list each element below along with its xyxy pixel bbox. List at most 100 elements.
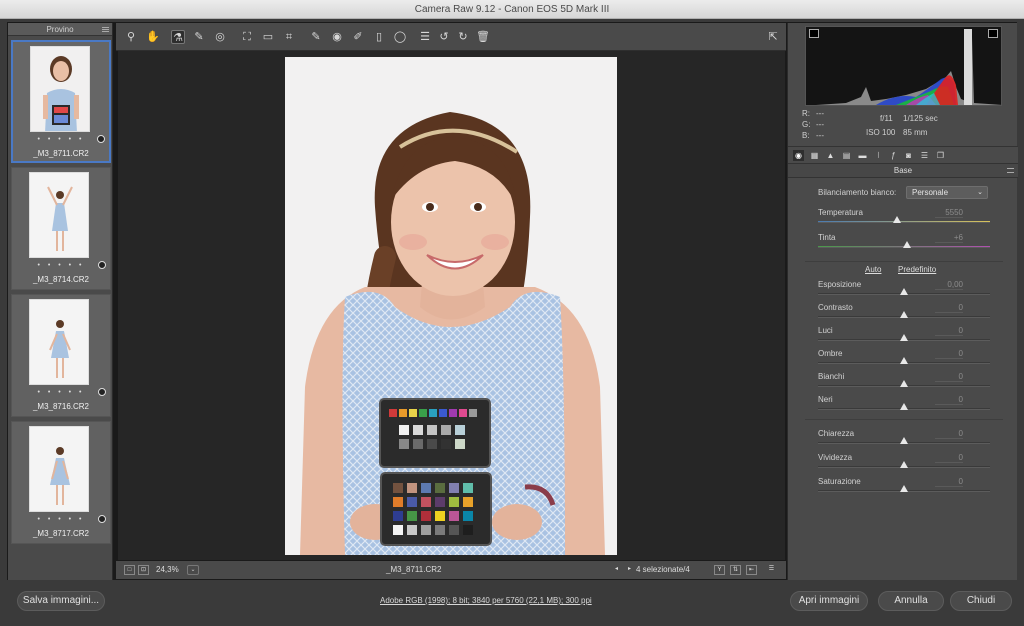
cancel-button[interactable]: Annulla: [878, 591, 944, 611]
adjustments-panel: R: --- G: --- B: --- f/11 1/125 sec ISO …: [787, 23, 1018, 580]
white-balance-select[interactable]: Personale ⌄: [906, 186, 988, 199]
radial-filter-icon[interactable]: ◯: [393, 30, 407, 44]
slider-value-field[interactable]: 0: [935, 429, 963, 439]
slider-handle[interactable]: [903, 241, 912, 248]
slider-value-field[interactable]: 5550: [935, 208, 963, 218]
slider-handle[interactable]: [900, 288, 908, 295]
slider-value-field[interactable]: 0: [935, 477, 963, 487]
slider-value-field[interactable]: 0: [935, 303, 963, 313]
tab-detail-icon[interactable]: ▲: [825, 150, 836, 161]
slider-value-field[interactable]: 0: [935, 372, 963, 382]
tab-calibration-icon[interactable]: ◙: [903, 150, 914, 161]
slider-handle[interactable]: [900, 485, 908, 492]
compare-view-button[interactable]: Y: [714, 565, 725, 575]
slider-contrast[interactable]: Contrasto 0: [818, 303, 993, 327]
filmstrip-panel: Provino • • • • • _M3_8711.CR2 • • • • •…: [8, 23, 113, 580]
zoom-tool-icon[interactable]: ⚲: [124, 30, 138, 44]
slider-handle[interactable]: [893, 216, 902, 223]
divider: [805, 419, 1003, 420]
panel-tabs: ◉ ▦ ▲ ▤ ▬ ⦚ ƒ ◙ ☰ ❐: [788, 146, 1018, 164]
spot-removal-tool-icon[interactable]: ✎: [309, 30, 323, 44]
red-eye-tool-icon[interactable]: ◉: [330, 30, 344, 44]
main-preview-image[interactable]: [285, 57, 617, 555]
tab-split-toning-icon[interactable]: ▬: [857, 150, 868, 161]
slider-tint[interactable]: Tinta +6: [818, 233, 993, 257]
slider-handle[interactable]: [900, 461, 908, 468]
slider-handle[interactable]: [900, 403, 908, 410]
fit-view-icon[interactable]: □: [124, 565, 135, 575]
slider-handle[interactable]: [900, 357, 908, 364]
presets-list-icon[interactable]: ☰: [418, 30, 432, 44]
zoom-dropdown-chevron-icon[interactable]: ⌄: [187, 565, 199, 575]
slider-exposure[interactable]: Esposizione 0,00: [818, 280, 993, 304]
slider-shadows[interactable]: Ombre 0: [818, 349, 993, 373]
fullscreen-icon[interactable]: ⇱: [766, 30, 780, 44]
swap-settings-icon[interactable]: ⇅: [730, 565, 741, 575]
slider-whites[interactable]: Bianchi 0: [818, 372, 993, 396]
crop-tool-icon[interactable]: ⛶: [240, 30, 254, 44]
slider-label: Tinta: [818, 233, 836, 242]
tab-lens-icon[interactable]: ⦚: [873, 150, 884, 161]
trash-icon[interactable]: 🗑: [476, 30, 490, 44]
slider-value-field[interactable]: 0: [935, 349, 963, 359]
slider-temperature[interactable]: Temperatura 5550: [818, 208, 993, 232]
default-link[interactable]: Predefinito: [898, 265, 936, 274]
slider-handle[interactable]: [900, 311, 908, 318]
open-images-button[interactable]: Apri immagini: [790, 591, 868, 611]
tab-basic-icon[interactable]: ◉: [793, 150, 804, 161]
save-images-button[interactable]: Salva immagini...: [17, 591, 105, 611]
filmstrip-item[interactable]: • • • • • _M3_8711.CR2: [11, 40, 111, 163]
adjustment-brush-icon[interactable]: ✐: [351, 30, 365, 44]
slider-value-field[interactable]: 0: [935, 326, 963, 336]
slider-value-field[interactable]: +6: [935, 233, 963, 243]
filmstrip-item[interactable]: • • • • • _M3_8714.CR2: [11, 167, 111, 290]
fill-view-icon[interactable]: ⊡: [138, 565, 149, 575]
hand-tool-icon[interactable]: ✋: [146, 30, 160, 44]
slider-handle[interactable]: [900, 380, 908, 387]
done-button[interactable]: Chiudi: [950, 591, 1012, 611]
filmstrip-menu-icon[interactable]: [102, 27, 109, 32]
workflow-options-link[interactable]: Adobe RGB (1998); 8 bit; 3840 per 5760 (…: [380, 596, 592, 605]
slider-value-field[interactable]: 0: [935, 453, 963, 463]
slider-value-field[interactable]: 0: [935, 395, 963, 405]
highlight-clipping-icon[interactable]: [988, 29, 998, 38]
tab-tone-curve-icon[interactable]: ▦: [809, 150, 820, 161]
slider-blacks[interactable]: Neri 0: [818, 395, 993, 419]
next-image-icon[interactable]: ▸: [624, 565, 635, 575]
filmstrip-item[interactable]: • • • • • _M3_8717.CR2: [11, 421, 111, 544]
slider-value-field[interactable]: 0,00: [935, 280, 963, 290]
filmstrip-item[interactable]: • • • • • _M3_8716.CR2: [11, 294, 111, 417]
prev-image-icon[interactable]: ◂: [611, 565, 622, 575]
tab-snapshots-icon[interactable]: ❐: [935, 150, 946, 161]
slider-saturation[interactable]: Saturazione 0: [818, 477, 993, 501]
slider-track[interactable]: [818, 221, 990, 223]
slider-label: Contrasto: [818, 303, 853, 312]
color-sampler-tool-icon[interactable]: ✎: [192, 30, 206, 44]
copy-settings-icon[interactable]: ⇤: [746, 565, 757, 575]
rotate-ccw-icon[interactable]: ↺: [437, 30, 451, 44]
preview-settings-icon[interactable]: ☰: [766, 565, 777, 575]
star-rating[interactable]: • • • • •: [12, 516, 110, 523]
slider-vibrance[interactable]: Vividezza 0: [818, 453, 993, 477]
targeted-adjustment-tool-icon[interactable]: ◎: [213, 30, 227, 44]
slider-handle[interactable]: [900, 334, 908, 341]
star-rating[interactable]: • • • • •: [12, 389, 110, 396]
tab-effects-icon[interactable]: ƒ: [888, 150, 899, 161]
tab-hsl-icon[interactable]: ▤: [841, 150, 852, 161]
rotate-cw-icon[interactable]: ↻: [456, 30, 470, 44]
zoom-level: 24,3%: [156, 565, 179, 574]
auto-link[interactable]: Auto: [865, 265, 881, 274]
thumbnail-filename: _M3_8716.CR2: [32, 402, 90, 411]
star-rating[interactable]: • • • • •: [12, 262, 110, 269]
straighten-tool-icon[interactable]: ▭: [261, 30, 275, 44]
graduated-filter-icon[interactable]: ▯: [372, 30, 386, 44]
slider-handle[interactable]: [900, 437, 908, 444]
slider-highlights[interactable]: Luci 0: [818, 326, 993, 350]
white-balance-tool-icon[interactable]: ⚗: [171, 30, 185, 44]
tab-presets-icon[interactable]: ☰: [919, 150, 930, 161]
shadow-clipping-icon[interactable]: [809, 29, 819, 38]
star-rating[interactable]: • • • • •: [13, 136, 109, 143]
slider-clarity[interactable]: Chiarezza 0: [818, 429, 993, 453]
panel-menu-icon[interactable]: [1007, 168, 1014, 173]
transform-tool-icon[interactable]: ⌗: [282, 30, 296, 44]
